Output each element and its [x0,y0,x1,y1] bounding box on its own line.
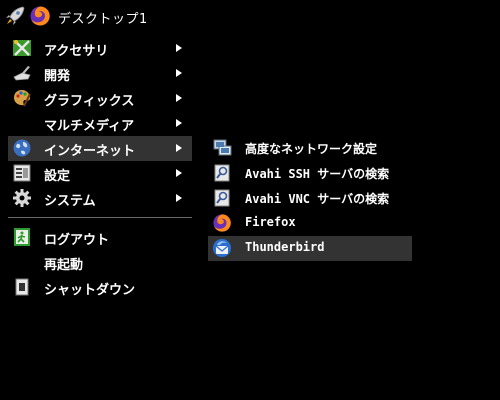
menu-item-label: ログアウト [44,233,110,248]
menu-separator [8,217,192,218]
firefox-icon [212,213,232,233]
accessories-icon [12,38,32,58]
logout-icon [12,227,32,247]
menu-item-accessories[interactable]: アクセサリ [8,36,192,61]
menu-item-logout[interactable]: ログアウト [8,225,192,250]
submenu-item-label: Firefox [245,215,296,229]
submenu-arrow-icon [176,119,182,127]
menu-item-reboot[interactable]: 再起動 [8,250,192,275]
graphics-icon [12,88,32,108]
submenu-item-network-settings[interactable]: 高度なネットワーク設定 [208,136,412,161]
top-panel: デスクトップ1 [0,0,500,32]
menu-item-label: システム [44,194,96,209]
submenu-item-avahi-ssh[interactable]: Avahi SSH サーバの検索 [208,161,412,186]
submenu-item-thunderbird[interactable]: Thunderbird [208,236,412,261]
network-icon [212,138,232,158]
gear-icon [12,188,32,208]
submenu-arrow-icon [176,194,182,202]
thunderbird-icon [212,238,232,258]
submenu-arrow-icon [176,169,182,177]
rocket-icon[interactable] [4,5,26,27]
menu-item-internet[interactable]: インターネット [8,136,192,161]
menu-item-label: 開発 [44,69,71,84]
avahi-icon [212,163,232,183]
menu-item-system[interactable]: システム [8,186,192,211]
menu-item-settings[interactable]: 設定 [8,161,192,186]
menu-item-development[interactable]: 開発 [8,61,192,86]
submenu-item-label: Avahi VNC サーバの検索 [245,192,390,206]
submenu-arrow-icon [176,144,182,152]
submenu-arrow-icon [176,44,182,52]
submenu-arrow-icon [176,69,182,77]
menu-item-shutdown[interactable]: シャットダウン [8,275,192,300]
submenu-item-label: 高度なネットワーク設定 [245,142,378,156]
menu-item-label: シャットダウン [44,283,136,298]
settings-icon [12,163,32,183]
avahi-icon [212,188,232,208]
menu-item-label: グラフィックス [44,94,135,109]
menu-item-label: 設定 [44,169,71,184]
submenu-item-label: Avahi SSH サーバの検索 [245,167,390,181]
submenu-arrow-icon [176,94,182,102]
development-icon [12,63,32,83]
globe-icon [12,138,32,158]
submenu-item-firefox[interactable]: Firefox [208,211,412,236]
shutdown-icon [12,277,32,297]
menu-item-multimedia[interactable]: マルチメディア [8,111,192,136]
menu-item-label: マルチメディア [44,119,135,134]
main-menu: アクセサリ 開発 グラフィックス マルチメディア インターネット 設定 システム… [8,36,192,300]
menu-item-label: アクセサリ [44,44,109,59]
submenu-item-avahi-vnc[interactable]: Avahi VNC サーバの検索 [208,186,412,211]
firefox-icon[interactable] [29,5,51,27]
internet-submenu: 高度なネットワーク設定 Avahi SSH サーバの検索 Avahi VNC サ… [208,136,412,261]
desktop-title: デスクトップ1 [58,12,148,27]
menu-item-label: 再起動 [44,258,84,273]
submenu-item-label: Thunderbird [245,240,325,254]
menu-item-graphics[interactable]: グラフィックス [8,86,192,111]
menu-item-label: インターネット [44,144,136,159]
